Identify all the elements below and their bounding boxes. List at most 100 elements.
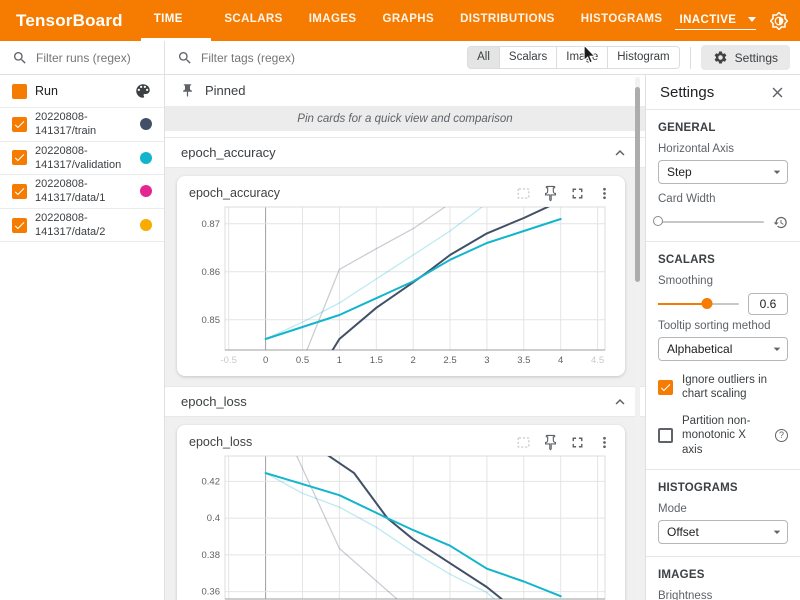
svg-text:4.5: 4.5 (591, 355, 604, 366)
nav-tabs: TIME SERIESSCALARSIMAGESGRAPHSDISTRIBUTI… (141, 0, 676, 41)
runs-list-header: Run (0, 75, 164, 108)
app-header: TensorBoard TIME SERIESSCALARSIMAGESGRAP… (0, 0, 800, 41)
svg-text:3.5: 3.5 (517, 355, 530, 366)
run-row[interactable]: 20220808-141317/data/2 (0, 209, 164, 243)
brightness-icon[interactable] (770, 12, 788, 30)
run-checkbox[interactable] (12, 218, 27, 233)
mode-select[interactable]: Offset (658, 520, 788, 544)
section-body-epoch-loss: epoch_loss0.360.380.40.42-0.500.511.522.… (165, 417, 645, 600)
checkbox[interactable] (658, 380, 673, 395)
close-icon[interactable] (769, 84, 786, 101)
pin-card-icon[interactable] (542, 185, 559, 202)
setting-label: Horizontal Axis (658, 143, 788, 155)
partition-non-monotonic-x-axis-checkbox-row[interactable]: Partition non-monotonic X axis? (658, 414, 788, 457)
run-checkbox[interactable] (12, 117, 27, 132)
more-options-icon[interactable] (596, 185, 613, 202)
run-color-dot (140, 118, 152, 130)
filter-image[interactable]: Image (556, 47, 607, 68)
chart-epoch-loss[interactable]: 0.360.380.40.42-0.500.511.522.533.544.5 (189, 453, 613, 600)
section-body-epoch-accuracy: epoch_accuracy0.850.860.87-0.500.511.522… (165, 168, 645, 386)
more-options-icon[interactable] (596, 434, 613, 451)
palette-icon[interactable] (134, 82, 152, 100)
tab-time-series[interactable]: TIME SERIES (141, 0, 212, 41)
reload-status-value: INACTIVE (679, 14, 736, 26)
svg-text:0.4: 0.4 (207, 513, 220, 524)
run-row[interactable]: 20220808-141317/validation (0, 142, 164, 176)
chart-card-epoch-accuracy: epoch_accuracy0.850.860.87-0.500.511.522… (177, 176, 625, 376)
checkbox-label: Ignore outliers in chart scaling (682, 373, 788, 402)
chart-card-epoch-loss: epoch_loss0.360.380.40.42-0.500.511.522.… (177, 425, 625, 600)
settings-heading-histograms: HISTOGRAMS (658, 482, 788, 494)
filter-histogram[interactable]: Histogram (607, 47, 678, 68)
smoothing-slider[interactable] (658, 303, 739, 305)
collapse-icon[interactable] (611, 144, 629, 162)
svg-text:-0.5: -0.5 (221, 355, 237, 366)
filter-runs-input[interactable]: Filter runs (regex) (36, 51, 131, 65)
filter-scalars[interactable]: Scalars (499, 47, 556, 68)
run-label: 20220808-141317/data/2 (35, 211, 132, 240)
settings-heading-scalars: SCALARS (658, 254, 788, 266)
pinned-title: Pinned (205, 83, 245, 98)
search-icon (177, 50, 193, 66)
scrollbar-thumb[interactable] (635, 87, 640, 282)
smoothing-value-input[interactable]: 0.6 (748, 293, 788, 315)
pin-card-icon[interactable] (542, 434, 559, 451)
run-checkbox[interactable] (12, 184, 27, 199)
chart-epoch-accuracy[interactable]: 0.850.860.87-0.500.511.522.533.544.5 (189, 204, 613, 374)
setting-label: Smoothing (658, 275, 788, 287)
run-checkbox[interactable] (12, 150, 27, 165)
help-icon[interactable]: ? (775, 429, 788, 442)
run-row[interactable]: 20220808-141317/train (0, 108, 164, 142)
reset-icon[interactable] (773, 215, 788, 230)
pin-icon (180, 83, 195, 98)
scrollbar[interactable] (635, 77, 640, 600)
svg-text:0.85: 0.85 (202, 315, 221, 326)
card-header: epoch_accuracy (189, 182, 613, 204)
tooltip-sorting-method-select[interactable]: Alphabetical (658, 337, 788, 361)
select-value: Step (667, 165, 692, 179)
tab-scalars[interactable]: SCALARS (211, 0, 295, 41)
svg-text:0.86: 0.86 (202, 267, 221, 278)
card-width-slider[interactable] (658, 221, 764, 223)
runs-header-label: Run (35, 84, 126, 98)
chevron-down-icon (748, 17, 756, 22)
tab-graphs[interactable]: GRAPHS (369, 0, 447, 41)
cards-scroll-area: Pinned Pin cards for a quick view and co… (165, 75, 645, 600)
svg-text:0.87: 0.87 (202, 219, 221, 230)
horizontal-axis-select[interactable]: Step (658, 160, 788, 184)
filter-tags-input[interactable]: Filter tags (regex) (201, 51, 295, 65)
search-icon (12, 50, 28, 66)
slider-handle[interactable] (653, 216, 663, 226)
tab-distributions[interactable]: DISTRIBUTIONS (447, 0, 568, 41)
card-title: epoch_accuracy (189, 186, 515, 200)
checkbox[interactable] (658, 428, 673, 443)
run-label: 20220808-141317/validation (35, 144, 132, 173)
setting-label: Brightness (658, 590, 788, 600)
checkbox-label: Partition non-monotonic X axis (682, 414, 766, 457)
settings-button[interactable]: Settings (701, 45, 790, 70)
slider-handle[interactable] (701, 298, 712, 309)
svg-text:0.36: 0.36 (202, 587, 221, 598)
section-header-epoch-accuracy[interactable]: epoch_accuracy (165, 137, 645, 168)
card-actions (515, 434, 613, 451)
setting-label: Card Width (658, 193, 788, 205)
settings-panel-header: Settings (646, 75, 800, 110)
section-header-epoch-loss[interactable]: epoch_loss (165, 386, 645, 417)
fit-domain-icon[interactable] (515, 434, 532, 451)
svg-text:0.42: 0.42 (202, 476, 221, 487)
fit-domain-icon[interactable] (515, 185, 532, 202)
svg-text:4: 4 (558, 355, 563, 366)
run-row[interactable]: 20220808-141317/data/1 (0, 175, 164, 209)
runs-list: 20220808-141317/train20220808-141317/val… (0, 108, 164, 242)
fullscreen-icon[interactable] (569, 185, 586, 202)
select-all-runs-checkbox[interactable] (12, 84, 27, 99)
fullscreen-icon[interactable] (569, 434, 586, 451)
collapse-icon[interactable] (611, 393, 629, 411)
reload-status-select[interactable]: INACTIVE (675, 12, 756, 30)
filter-all[interactable]: All (468, 47, 499, 68)
tab-histograms[interactable]: HISTOGRAMS (568, 0, 676, 41)
tab-images[interactable]: IMAGES (296, 0, 370, 41)
ignore-outliers-in-chart-scaling-checkbox-row[interactable]: Ignore outliers in chart scaling (658, 373, 788, 402)
svg-text:2.5: 2.5 (443, 355, 456, 366)
card-title: epoch_loss (189, 435, 515, 449)
